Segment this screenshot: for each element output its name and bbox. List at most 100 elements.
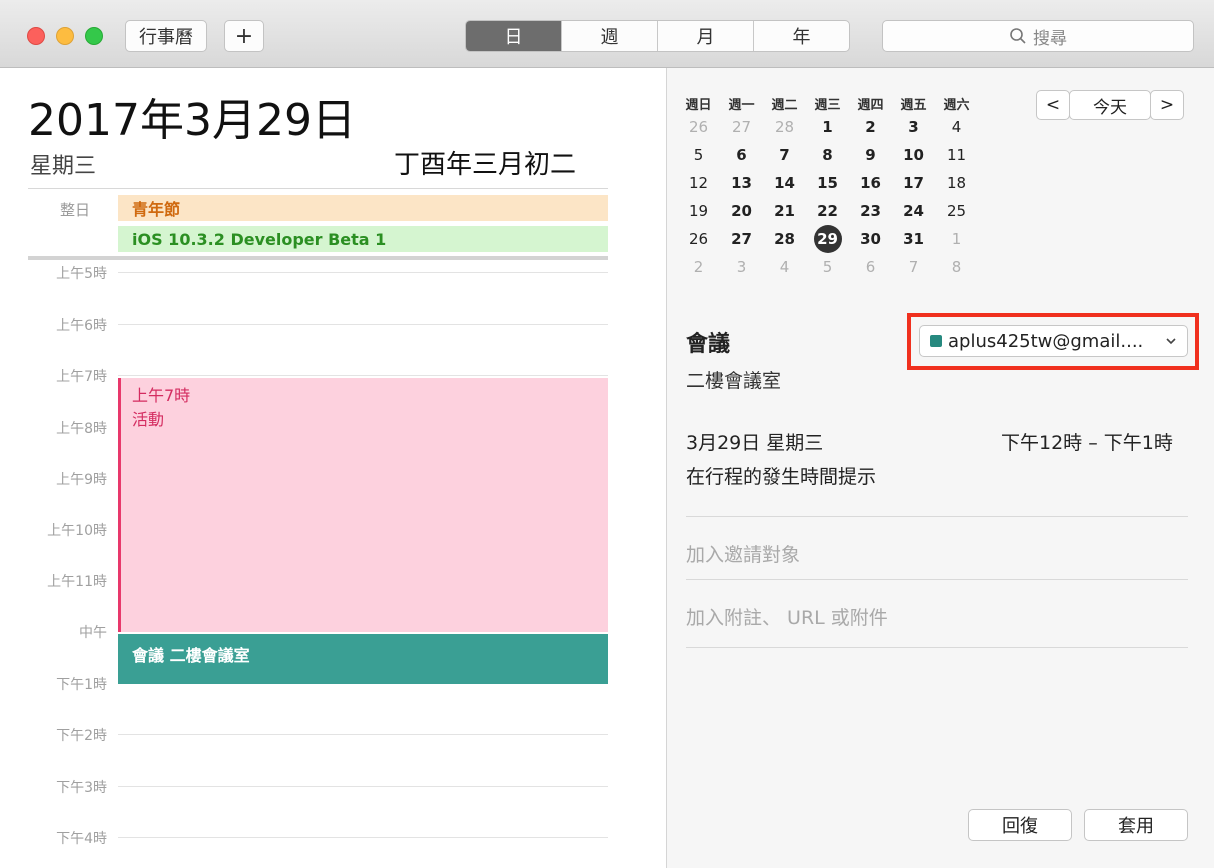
event-date-field[interactable]: 3月29日 星期三 [686,428,823,455]
day-cell[interactable]: 20 [720,202,763,220]
day-cell[interactable]: 3 [720,258,763,276]
day-cell[interactable]: 31 [892,230,935,248]
day-cell[interactable]: 7 [892,258,935,276]
hour-gridline [118,272,608,273]
day-cell[interactable]: 23 [849,202,892,220]
hour-gridline [118,837,608,838]
mini-calendar-week: 12 13 14 15 16 17 18 [677,169,978,197]
day-cell[interactable]: 14 [763,174,806,192]
day-cell[interactable]: 13 [720,174,763,192]
day-cell[interactable]: 8 [935,258,978,276]
apply-button[interactable]: 套用 [1084,809,1188,841]
day-weekday: 星期三 [30,154,97,179]
hour-gridline [118,375,608,376]
tab-month[interactable]: 月 [657,21,753,51]
today-button[interactable]: 今天 [1069,90,1151,120]
tab-year[interactable]: 年 [753,21,849,51]
day-cell[interactable]: 7 [763,146,806,164]
day-cell[interactable]: 28 [763,230,806,248]
hour-label: 上午10時 [47,523,107,539]
mini-calendar-week: 5 6 7 8 9 10 11 [677,141,978,169]
day-cell[interactable]: 3 [892,118,935,136]
tab-day[interactable]: 日 [466,21,561,51]
allday-event-ios-beta[interactable]: iOS 10.3.2 Developer Beta 1 [118,226,608,252]
hour-label: 上午7時 [56,369,107,385]
hour-label: 上午11時 [47,574,107,590]
day-cell[interactable]: 26 [677,118,720,136]
weekday-label: 週四 [857,98,884,113]
chevron-right-icon: > [1159,95,1175,115]
day-cell[interactable]: 5 [806,258,849,276]
day-cell[interactable]: 2 [849,118,892,136]
event-title-field[interactable]: 會議 [686,326,730,358]
event-location-field[interactable]: 二樓會議室 [686,366,781,393]
event-meeting[interactable]: 會議 二樓會議室 [118,634,608,684]
day-cell[interactable]: 9 [849,146,892,164]
day-cell[interactable]: 1 [806,118,849,136]
day-cell[interactable]: 5 [677,146,720,164]
mini-calendar-week: 19 20 21 22 23 24 25 [677,197,978,225]
day-cell[interactable]: 25 [935,202,978,220]
hour-label: 下午4時 [56,831,107,847]
day-cell[interactable]: 24 [892,202,935,220]
weekday-label: 週日 [685,98,712,113]
mini-calendar-week: 26 27 28 29 30 31 1 [677,225,978,253]
hour-label: 上午8時 [56,421,107,437]
day-cell[interactable]: 1 [935,230,978,248]
event-time-field[interactable]: 下午12時 – 下午1時 [1001,428,1173,455]
search-input[interactable]: 搜尋 [882,20,1194,52]
day-cell[interactable]: 28 [763,118,806,136]
day-cell[interactable]: 27 [720,230,763,248]
hour-row: 下午3時 [0,777,610,797]
allday-label: 整日 [60,201,91,219]
day-cell[interactable]: 22 [806,202,849,220]
day-cell[interactable]: 4 [935,118,978,136]
day-view: 2017年3月29日 星期三 丁酉年三月初二 整日 青年節 iOS 10.3.2… [0,68,666,868]
day-cell[interactable]: 21 [763,202,806,220]
add-event-button[interactable]: + [224,20,264,52]
hour-gridline [118,734,608,735]
chevron-left-icon: < [1045,95,1061,115]
minimize-window-button[interactable] [56,27,74,45]
event-activity[interactable]: 上午7時 活動 [118,378,608,632]
weekday-label: 週二 [771,98,798,113]
day-cell[interactable]: 4 [763,258,806,276]
day-cell[interactable]: 30 [849,230,892,248]
next-month-button[interactable]: > [1150,90,1184,120]
tab-week[interactable]: 週 [561,21,657,51]
notes-field[interactable]: 加入附註、 URL 或附件 [686,603,888,630]
day-cell[interactable]: 2 [677,258,720,276]
hour-row: 上午5時 [0,263,610,283]
allday-event-youth-day[interactable]: 青年節 [118,195,608,221]
day-cell[interactable]: 26 [677,230,720,248]
day-cell[interactable]: 6 [849,258,892,276]
day-cell[interactable]: 12 [677,174,720,192]
event-activity-title: 活動 [132,410,165,429]
close-window-button[interactable] [27,27,45,45]
hour-label: 上午9時 [56,472,107,488]
day-cell[interactable]: 6 [720,146,763,164]
day-cell[interactable]: 17 [892,174,935,192]
day-cell[interactable]: 8 [806,146,849,164]
weekday-label: 週五 [900,98,927,113]
day-cell[interactable]: 10 [892,146,935,164]
toolbar: 行事曆 + 日 週 月 年 搜尋 [0,0,1214,68]
zoom-window-button[interactable] [85,27,103,45]
hour-gridline [118,786,608,787]
day-cell[interactable]: 27 [720,118,763,136]
hour-label: 下午2時 [56,728,107,744]
day-cell[interactable]: 15 [806,174,849,192]
day-cell[interactable]: 18 [935,174,978,192]
prev-month-button[interactable]: < [1036,90,1070,120]
revert-button[interactable]: 回復 [968,809,1072,841]
weekday-label: 週一 [728,98,755,113]
day-cell[interactable]: 19 [677,202,720,220]
event-alert-field[interactable]: 在行程的發生時間提示 [686,462,876,489]
day-cell[interactable]: 11 [935,146,978,164]
hour-label: 下午3時 [56,780,107,796]
day-cell-selected[interactable]: 29 [806,225,849,253]
invitees-field[interactable]: 加入邀請對象 [686,540,800,567]
day-cell[interactable]: 16 [849,174,892,192]
section-divider [686,516,1188,517]
calendars-button[interactable]: 行事曆 [125,20,207,52]
